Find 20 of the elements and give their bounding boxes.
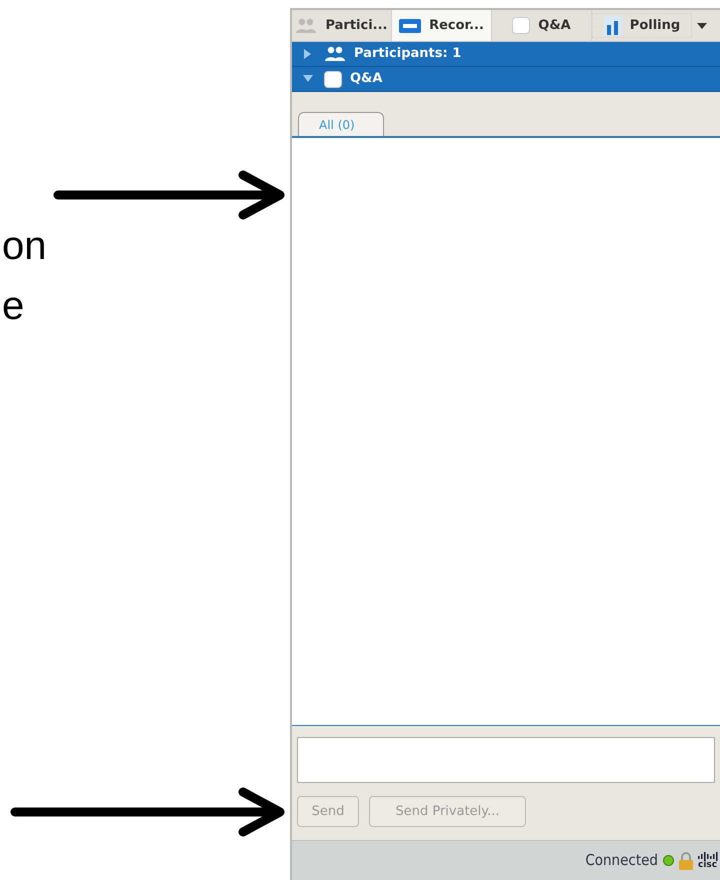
chart-icon (604, 16, 622, 36)
logo-bars-icon (698, 852, 720, 860)
question-filter-tab[interactable]: All (0) (298, 112, 384, 136)
dropdown-caret-icon[interactable] (697, 22, 707, 28)
collapse-triangle-icon (304, 49, 312, 59)
people-icon (324, 46, 346, 62)
people-icon (295, 18, 318, 34)
section-header[interactable]: Q&A (292, 67, 720, 92)
connection-status: Connected (585, 850, 658, 872)
logo-text: cisc (698, 860, 718, 870)
expand-triangle-icon (303, 75, 313, 83)
slide-text: e (2, 283, 24, 330)
slide-text: on (2, 223, 46, 270)
status-dot-icon (663, 855, 674, 866)
panel-tab[interactable]: Recor... (392, 10, 492, 41)
record-icon (399, 18, 422, 32)
lock-icon (679, 852, 693, 870)
panel-tab[interactable]: Polling (592, 13, 692, 38)
question-input-field[interactable] (297, 737, 715, 783)
section-header[interactable]: Participants: 1 (292, 42, 720, 67)
